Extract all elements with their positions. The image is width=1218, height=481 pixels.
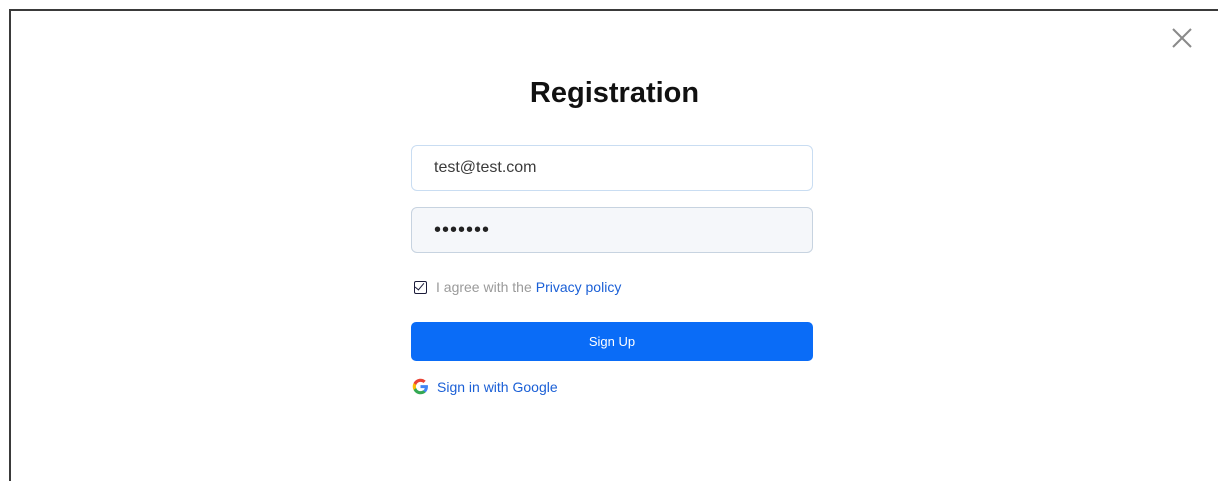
- check-mark-icon: [414, 279, 425, 291]
- registration-modal: Registration ••••••• I agree with the Pr…: [9, 9, 1218, 481]
- email-field[interactable]: [411, 145, 813, 191]
- agree-checkbox[interactable]: [414, 279, 427, 294]
- sign-up-button[interactable]: Sign Up: [411, 322, 813, 361]
- page-title: Registration: [529, 77, 700, 109]
- password-field[interactable]: •••••••: [411, 207, 813, 253]
- google-signin-link[interactable]: Sign in with Google: [412, 378, 558, 395]
- close-icon[interactable]: [1171, 27, 1193, 49]
- agree-row: I agree with the Privacy policy: [414, 279, 621, 295]
- password-value: •••••••: [434, 218, 491, 241]
- google-icon: [412, 378, 428, 395]
- google-signin-label: Sign in with Google: [437, 378, 558, 395]
- agree-label: I agree with the: [436, 279, 532, 295]
- privacy-policy-link[interactable]: Privacy policy: [536, 279, 622, 295]
